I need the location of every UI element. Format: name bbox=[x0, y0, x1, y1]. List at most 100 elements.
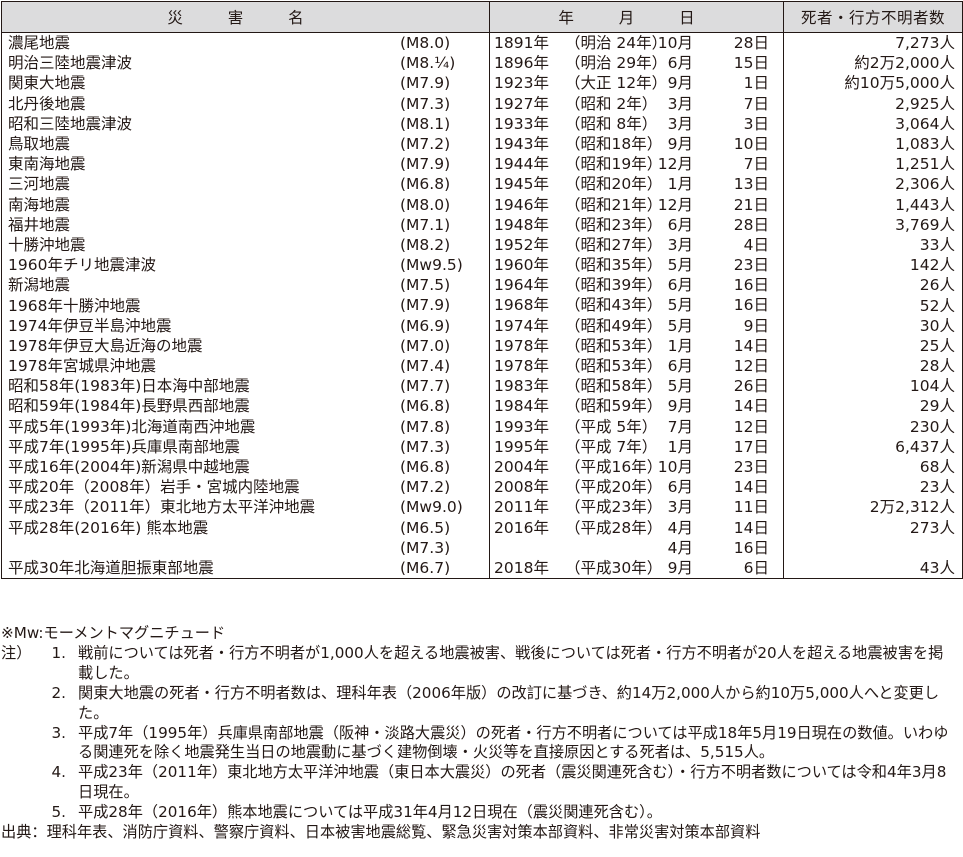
month: 3月 bbox=[667, 94, 693, 113]
disaster-name: 平成28年(2016年) 熊本地震 bbox=[8, 518, 209, 537]
table-row: 1978年伊豆大島近海の地震 (M7.0) 1978年 （昭和53年） 1月 14日 25人 bbox=[1, 335, 963, 356]
month: 9月 bbox=[667, 134, 693, 153]
year: 1933年 bbox=[494, 114, 549, 133]
magnitude: (M7.8) bbox=[400, 417, 451, 436]
era-year: （昭和53年） bbox=[565, 357, 663, 375]
deaths-cell: 33人 bbox=[783, 234, 963, 256]
deaths-cell: 230人 bbox=[783, 416, 963, 437]
year: 1984年 bbox=[494, 397, 549, 416]
deaths-cell: 7,273人 bbox=[783, 32, 963, 54]
year: 1891年 bbox=[494, 34, 549, 52]
disaster-name: 平成20年（2008年）岩手・宮城内陸地震 bbox=[8, 478, 300, 497]
month: 4月 bbox=[667, 518, 693, 537]
deaths-cell: 273人 bbox=[783, 517, 963, 538]
note-item: 5. 平成28年（2016年）熊本地震については平成31年4月12日現在（震災関… bbox=[1, 803, 963, 823]
month: 3月 bbox=[667, 114, 693, 133]
date-cell: 1993年 （平成 5年） 7月 12日 bbox=[489, 416, 784, 437]
day: 10日 bbox=[733, 134, 769, 153]
disaster-name-cell: 明治三陸地震津波 (M8.¼) bbox=[1, 53, 490, 74]
era-year: （昭和23年） bbox=[565, 215, 663, 234]
magnitude: (M6.8) bbox=[400, 175, 451, 194]
note-text: 関東大地震の死者・行方不明者数は、理科年表（2006年版）の改訂に基づき、約14… bbox=[78, 683, 940, 722]
date-cell: 1978年 （昭和53年） 6月 12日 bbox=[489, 356, 784, 377]
table-row: 1968年十勝沖地震 (M7.9) 1968年 （昭和43年） 5月 16日 52人 bbox=[1, 295, 963, 316]
day: 12日 bbox=[733, 417, 769, 436]
disaster-name: 北丹後地震 bbox=[8, 94, 86, 113]
deaths-cell bbox=[783, 537, 963, 558]
table-row: 福井地震 (M7.1) 1948年 （昭和23年） 6月 28日 3,769人 bbox=[1, 214, 963, 235]
note-label: 注） bbox=[1, 643, 32, 662]
month: 10月 bbox=[657, 457, 693, 476]
era-year: （平成30年） bbox=[565, 558, 663, 577]
disaster-name-cell: 鳥取地震 (M7.2) bbox=[1, 133, 490, 155]
note-text: 戦前については死者・行方不明者が1,000人を超える地震被害、戦後については死者… bbox=[78, 643, 944, 682]
table-row: 平成23年（2011年）東北地方太平洋沖地震 (Mw9.0) 2011年 （平成23年… bbox=[1, 497, 963, 518]
era-year: （昭和20年） bbox=[565, 175, 663, 194]
day: 23日 bbox=[733, 457, 769, 476]
disaster-name: 福井地震 bbox=[8, 215, 71, 234]
disaster-name-cell: 東南海地震 (M7.9) bbox=[1, 154, 490, 175]
magnitude: (M8.0) bbox=[400, 34, 451, 52]
day: 7日 bbox=[743, 94, 769, 113]
disaster-name-cell: 平成30年北海道胆振東部地震 (M6.7) bbox=[1, 557, 490, 580]
magnitude: (M7.5) bbox=[400, 276, 451, 295]
header-deaths: 死者・行方不明者数 bbox=[783, 1, 963, 33]
deaths-cell: 約10万5,000人 bbox=[783, 73, 963, 94]
year: 1896年 bbox=[494, 54, 549, 73]
date-cell: 1964年 （昭和39年） 6月 16日 bbox=[489, 275, 784, 296]
disaster-name: 平成23年（2011年）東北地方太平洋沖地震 bbox=[8, 498, 316, 517]
month: 1月 bbox=[667, 175, 693, 194]
disaster-name-cell: 濃尾地震 (M8.0) bbox=[1, 32, 490, 54]
day: 6日 bbox=[743, 558, 769, 577]
table-header-row: 災 害 名 年 月 日 死者・行方不明者数 bbox=[1, 1, 963, 33]
disaster-name: 1974年伊豆半島沖地震 bbox=[8, 316, 172, 335]
disaster-name-cell: 昭和58年(1983年)日本海中部地震 (M7.7) bbox=[1, 376, 490, 397]
date-cell: 4月 16日 bbox=[489, 537, 784, 558]
disaster-name-cell: 1978年伊豆大島近海の地震 (M7.0) bbox=[1, 335, 490, 356]
month: 6月 bbox=[667, 478, 693, 497]
day: 23日 bbox=[733, 256, 769, 275]
date-cell: 1983年 （昭和58年） 5月 26日 bbox=[489, 376, 784, 397]
magnitude: (M6.8) bbox=[400, 457, 451, 476]
date-cell: 2016年 （平成28年） 4月 14日 bbox=[489, 517, 784, 538]
magnitude: (Mw9.5) bbox=[400, 256, 463, 275]
deaths-cell: 52人 bbox=[783, 295, 963, 316]
magnitude: (M6.5) bbox=[400, 518, 451, 537]
disaster-name-cell: 1978年宮城県沖地震 (M7.4) bbox=[1, 356, 490, 377]
year: 2004年 bbox=[494, 457, 549, 476]
year: 1946年 bbox=[494, 195, 549, 214]
date-cell: 1995年 （平成 7年） 1月 17日 bbox=[489, 436, 784, 457]
era-year: （平成28年） bbox=[565, 518, 663, 537]
deaths-cell: 142人 bbox=[783, 255, 963, 276]
magnitude: (M7.4) bbox=[400, 357, 451, 375]
disaster-name-cell: 昭和59年(1984年)長野県西部地震 (M6.8) bbox=[1, 396, 490, 417]
deaths-cell: 25人 bbox=[783, 335, 963, 356]
day: 16日 bbox=[733, 538, 769, 557]
month: 3月 bbox=[667, 498, 693, 517]
era-year: （平成 5年） bbox=[565, 417, 658, 436]
year: 1927年 bbox=[494, 94, 549, 113]
year: 2011年 bbox=[494, 498, 549, 517]
year: 1995年 bbox=[494, 437, 549, 456]
disaster-name: 明治三陸地震津波 bbox=[8, 54, 133, 73]
month: 1月 bbox=[667, 336, 693, 355]
disaster-name: 昭和三陸地震津波 bbox=[8, 114, 133, 133]
disaster-name-cell: 平成28年(2016年) 熊本地震 (M6.5) bbox=[1, 517, 490, 538]
deaths-cell: 68人 bbox=[783, 456, 963, 478]
month: 5月 bbox=[667, 296, 693, 315]
disaster-name: 1978年宮城県沖地震 bbox=[8, 357, 156, 376]
day: 4日 bbox=[743, 235, 769, 254]
date-cell: 1923年 （大正 12年） 9月 1日 bbox=[489, 73, 784, 94]
date-cell: 1978年 （昭和53年） 1月 14日 bbox=[489, 335, 784, 356]
disaster-name-cell: 平成16年(2004年)新潟県中越地震 (M6.8) bbox=[1, 456, 490, 478]
year: 1944年 bbox=[494, 155, 549, 174]
day: 1日 bbox=[743, 74, 769, 93]
table-row: 昭和59年(1984年)長野県西部地震 (M6.8) 1984年 （昭和59年） 9月 1… bbox=[1, 396, 963, 417]
table-row: 東南海地震 (M7.9) 1944年 （昭和19年） 12月 7日 1,251人 bbox=[1, 154, 963, 175]
era-year: （昭和58年） bbox=[565, 377, 663, 396]
era-year: （昭和43年） bbox=[565, 296, 663, 315]
deaths-cell: 3,769人 bbox=[783, 214, 963, 235]
era-year: （昭和21年） bbox=[565, 195, 663, 214]
year: 2018年 bbox=[494, 558, 549, 577]
disaster-name: 三河地震 bbox=[8, 175, 71, 194]
